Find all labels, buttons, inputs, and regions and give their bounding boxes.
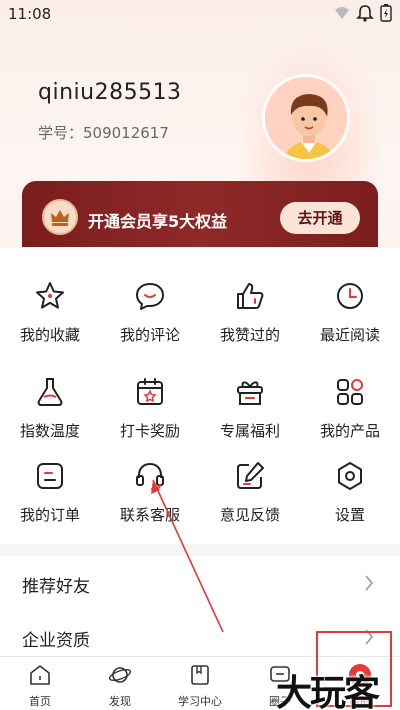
watermark-logo: 大玩客 [276,672,380,710]
annotation-arrow [151,479,224,633]
